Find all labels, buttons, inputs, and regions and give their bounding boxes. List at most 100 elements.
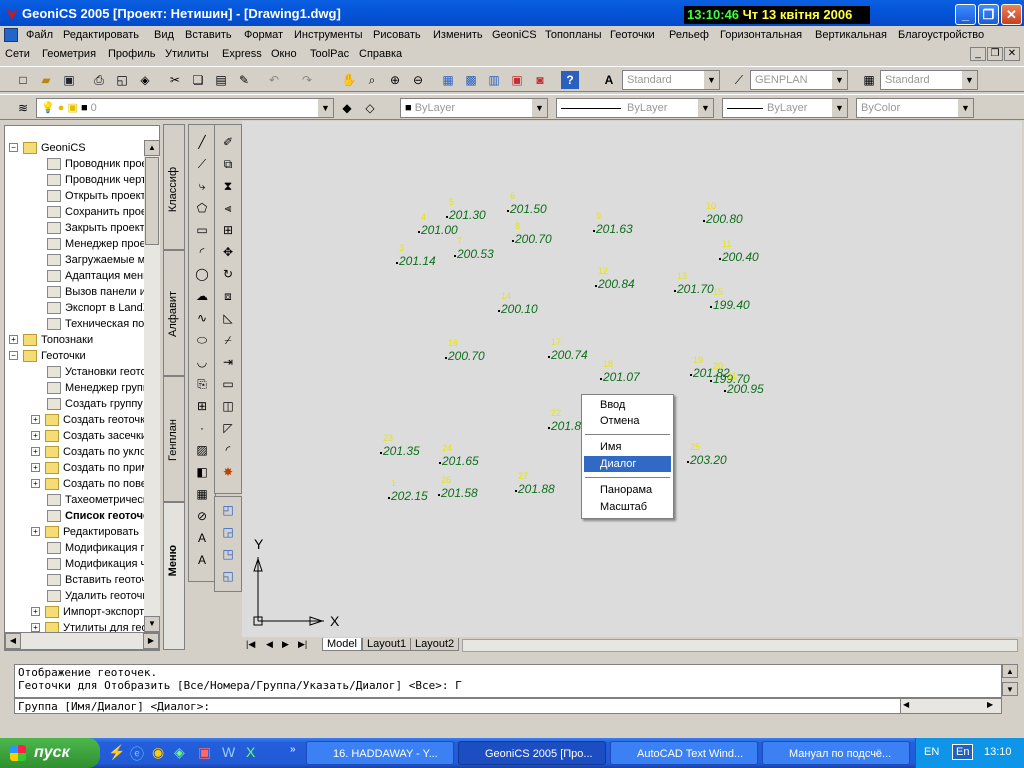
plotstyle-select[interactable]: ByColor ▼ <box>856 98 974 118</box>
circle-icon[interactable]: ◯ <box>193 265 211 283</box>
geopoint-marker[interactable] <box>724 390 726 392</box>
geopoint-marker[interactable] <box>418 231 420 233</box>
tab-alphabet[interactable]: Алфавит <box>163 250 185 376</box>
menu-geonics[interactable]: GeoniCS <box>492 29 537 41</box>
geopoint-marker[interactable] <box>719 258 721 260</box>
first-layout-icon[interactable]: |◀ <box>246 639 255 650</box>
menu-express[interactable]: Express <box>222 48 262 60</box>
menu-horizontal[interactable]: Горизонтальная <box>720 29 802 41</box>
geopoint-marker[interactable] <box>515 490 517 492</box>
ie-icon[interactable]: ⓔ <box>130 744 144 764</box>
scroll-down-icon[interactable]: ▼ <box>144 616 160 632</box>
geopoint-marker[interactable] <box>438 494 440 496</box>
pdf-icon[interactable]: ▣ <box>198 744 211 761</box>
context-item-dialog[interactable]: Диалог <box>584 456 671 472</box>
next-layout-icon[interactable]: ▶ <box>282 639 289 650</box>
make-current-layer-icon[interactable]: ◆ <box>338 99 356 117</box>
undo-icon[interactable]: ↶ <box>265 71 283 89</box>
scroll-right-icon[interactable]: ▶ <box>143 633 159 649</box>
tab-menu[interactable]: Меню <box>163 502 185 650</box>
design-center-icon[interactable]: ▩ <box>462 71 480 89</box>
cut-icon[interactable]: ✂ <box>166 71 184 89</box>
menu-geopoints[interactable]: Геоточки <box>610 29 655 41</box>
hatch-icon[interactable]: ▨ <box>193 441 211 459</box>
text-style-icon[interactable]: A <box>600 71 618 89</box>
region-icon[interactable]: ⊘ <box>193 507 211 525</box>
expand-icon[interactable]: + <box>31 431 40 440</box>
geopoint-marker[interactable] <box>548 356 550 358</box>
erase-icon[interactable]: ✐ <box>219 133 237 151</box>
properties-icon[interactable]: ▦ <box>439 71 457 89</box>
chevron-down-icon[interactable]: ▼ <box>697 99 713 117</box>
geopoint-marker[interactable] <box>595 285 597 287</box>
dim-style-icon[interactable]: ⟋ <box>730 71 748 89</box>
sheet-set-icon[interactable]: ▣ <box>508 71 526 89</box>
menu-file[interactable]: Файл <box>26 29 53 41</box>
scroll-thumb[interactable] <box>145 157 159 245</box>
menu-relief[interactable]: Рельеф <box>669 29 709 41</box>
rotate-icon[interactable]: ↻ <box>219 265 237 283</box>
zoom-realtime-icon[interactable]: ⌕ <box>363 71 381 89</box>
arc-icon[interactable]: ◜ <box>193 243 211 261</box>
table-style-icon[interactable]: ▦ <box>860 71 878 89</box>
geonics-tree[interactable]: − GeoniCS Проводник проектов Проводник черт… <box>4 125 160 651</box>
mtext-icon[interactable]: A <box>193 529 211 547</box>
geopoint-marker[interactable] <box>710 380 712 382</box>
mdi-restore-button[interactable]: ❐ <box>987 47 1003 61</box>
table-icon[interactable]: ▦ <box>193 485 211 503</box>
geopoint-marker[interactable] <box>507 210 509 212</box>
send-under-icon[interactable]: ◱ <box>219 567 237 585</box>
polyline-icon[interactable]: ⤷ <box>193 177 211 195</box>
chevron-down-icon[interactable]: ▼ <box>317 99 333 117</box>
linetype-select[interactable]: ByLayer ▼ <box>556 98 714 118</box>
revision-cloud-icon[interactable]: ☁ <box>193 287 211 305</box>
task-winamp[interactable]: 16. HADDAWAY - Y... <box>306 741 454 765</box>
ellipse-arc-icon[interactable]: ◡ <box>193 353 211 371</box>
expand-icon[interactable]: + <box>31 415 40 424</box>
bring-to-front-icon[interactable]: ◰ <box>219 501 237 519</box>
point-icon[interactable]: · <box>193 419 211 437</box>
winamp-icon[interactable]: ⚡ <box>108 744 125 761</box>
save-icon[interactable]: ▣ <box>60 71 78 89</box>
geopoint-marker[interactable] <box>674 290 676 292</box>
menu-help[interactable]: Справка <box>359 48 402 60</box>
tree-horizontal-scrollbar[interactable]: ◀ ▶ <box>4 632 160 650</box>
redo-icon[interactable]: ↷ <box>298 71 316 89</box>
line-icon[interactable]: ╱ <box>193 133 211 151</box>
scroll-down-icon[interactable]: ▼ <box>1002 682 1018 696</box>
tab-classif[interactable]: Классиф <box>163 124 185 250</box>
canvas-horizontal-scrollbar[interactable] <box>462 639 1018 652</box>
start-button[interactable]: пуск <box>0 738 100 768</box>
layer-manager-icon[interactable]: ≋ <box>14 99 32 117</box>
geopoint-marker[interactable] <box>512 240 514 242</box>
collapse-icon[interactable]: − <box>9 143 18 152</box>
context-item-pan[interactable]: Панорама <box>584 482 671 498</box>
task-geonics[interactable]: GeoniCS 2005 [Про... <box>458 741 606 765</box>
mdi-close-button[interactable]: ✕ <box>1004 47 1020 61</box>
keyboard-layout-indicator[interactable]: En <box>952 744 974 760</box>
spline-icon[interactable]: ∿ <box>193 309 211 327</box>
expand-icon[interactable]: + <box>31 527 40 536</box>
zoom-window-icon[interactable]: ⊕ <box>386 71 404 89</box>
chevron-down-icon[interactable]: ▼ <box>703 71 719 89</box>
insert-block-icon[interactable]: ⎘ <box>193 375 211 393</box>
chamfer-icon[interactable]: ◸ <box>219 419 237 437</box>
table-style-select[interactable]: Standard ▼ <box>880 70 978 90</box>
expand-icon[interactable]: + <box>31 623 40 632</box>
tab-layout1[interactable]: Layout1 <box>362 638 412 651</box>
menu-modify[interactable]: Изменить <box>433 29 483 41</box>
menu-toolpac[interactable]: ToolPac <box>310 48 349 60</box>
menu-geometry[interactable]: Геометрия <box>42 48 96 60</box>
expand-icon[interactable]: + <box>9 335 18 344</box>
geopoint-marker[interactable] <box>690 374 692 376</box>
app-menu-icon[interactable] <box>4 28 18 42</box>
scroll-up-icon[interactable]: ▲ <box>1002 664 1018 678</box>
bring-above-icon[interactable]: ◳ <box>219 545 237 563</box>
expand-icon[interactable]: + <box>31 479 40 488</box>
polygon-icon[interactable]: ⬠ <box>193 199 211 217</box>
menu-view[interactable]: Вид <box>154 29 174 41</box>
context-item-enter[interactable]: Ввод <box>584 397 671 413</box>
geopoint-marker[interactable] <box>446 216 448 218</box>
expand-icon[interactable]: + <box>31 463 40 472</box>
scroll-left-icon[interactable]: ◀ <box>903 700 909 709</box>
